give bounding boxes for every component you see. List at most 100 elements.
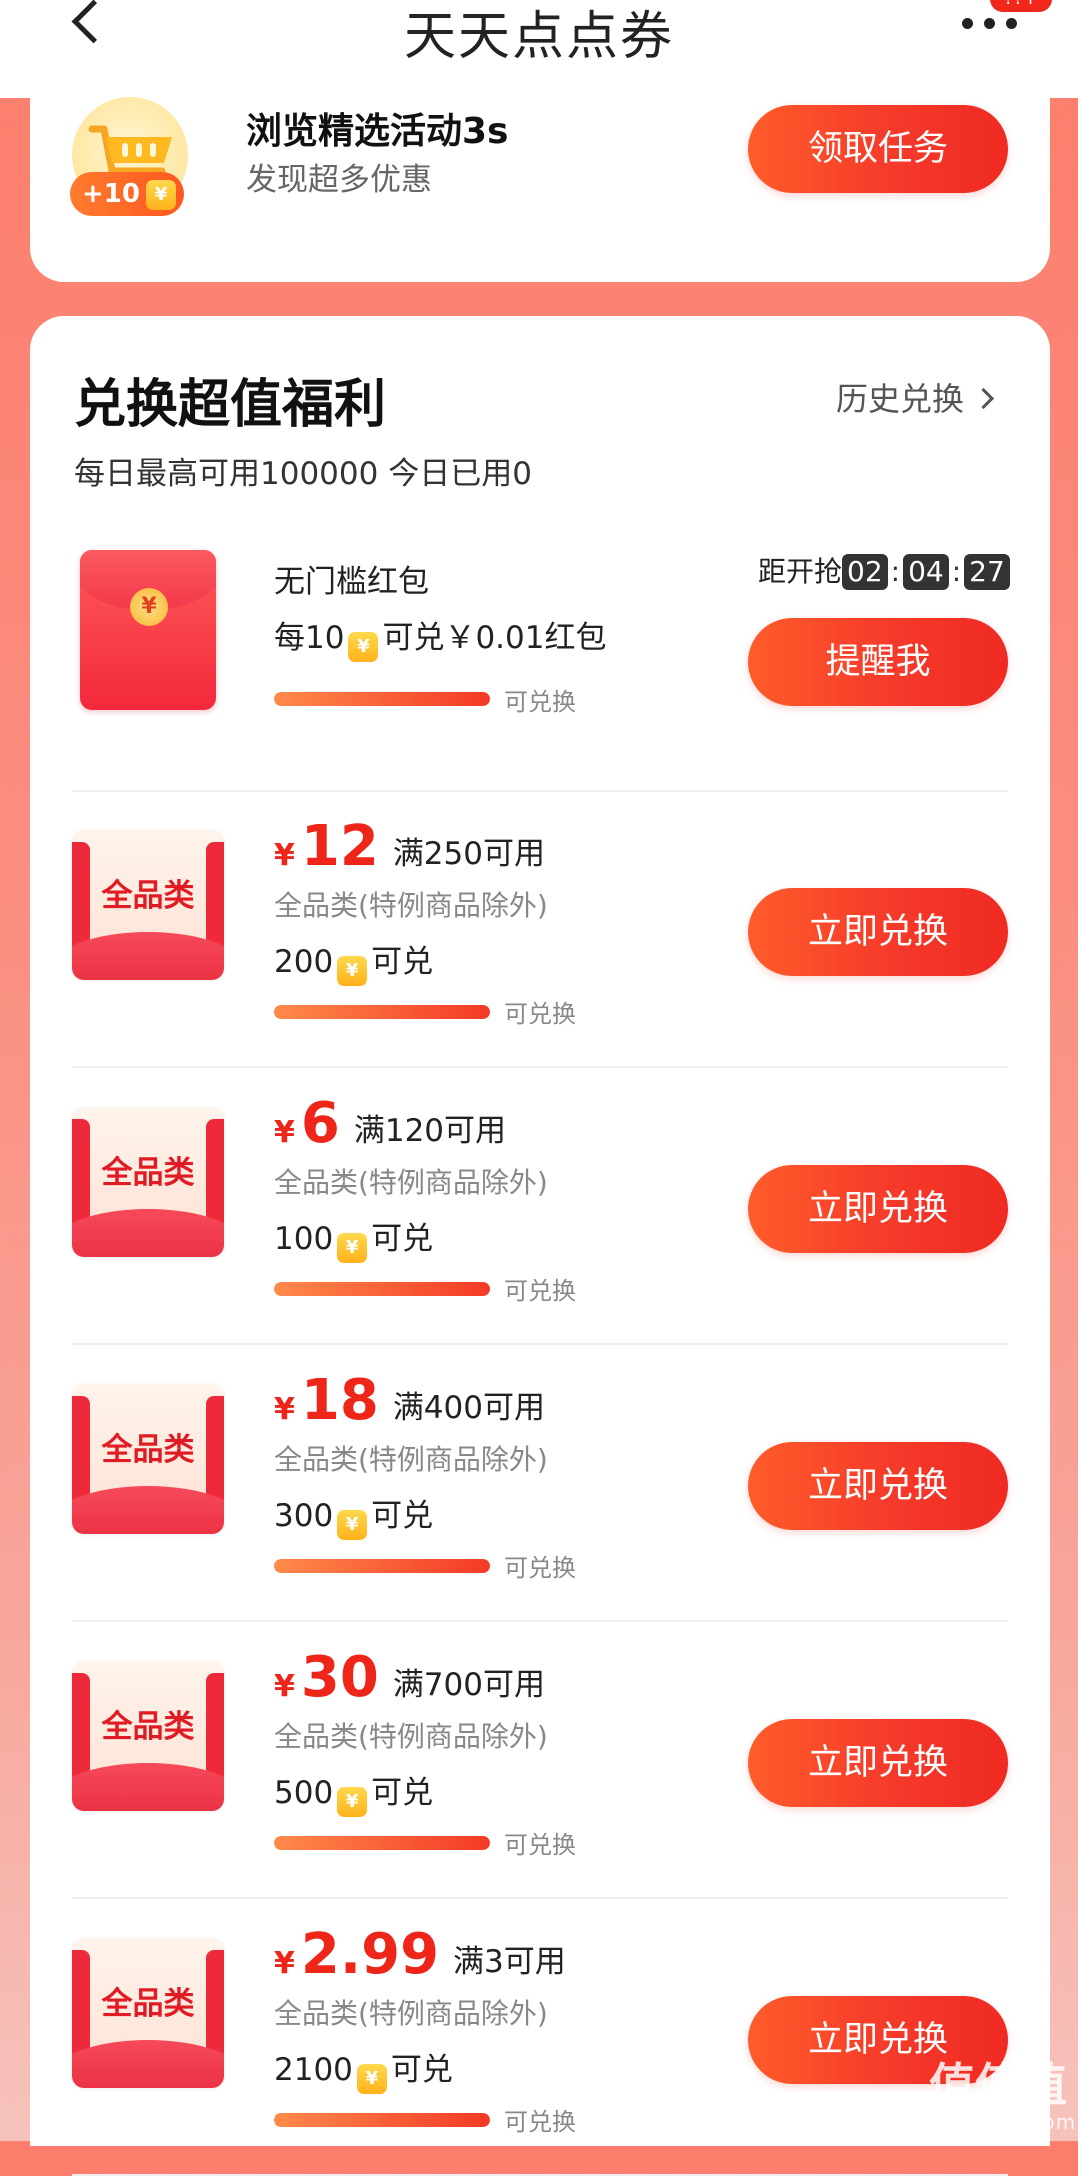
yen-sign: ¥	[274, 1946, 295, 1981]
exchange-now-button[interactable]: 立即兑换	[748, 1442, 1008, 1530]
coupon-envelope-icon: 全品类	[72, 1384, 224, 1534]
more-icon[interactable]	[962, 18, 1018, 32]
exchange-now-button[interactable]: 立即兑换	[748, 888, 1008, 976]
coin-icon: ¥	[146, 180, 176, 210]
notification-badge: ??+	[990, 0, 1052, 12]
coin-icon: ¥	[356, 2064, 387, 2094]
list-item-coupon-1: 全品类 ¥12 满250可用 全品类(特例商品除外) 200 ¥ 可兑 可兑换 立即…	[30, 792, 1050, 1068]
progress-bar	[274, 1559, 490, 1573]
coupon-scope: 全品类(特例商品除外)	[274, 1997, 548, 2030]
task-subtitle: 发现超多优惠	[246, 162, 432, 198]
history-label: 历史兑换	[836, 380, 965, 418]
reward-pill: +10 ¥	[70, 172, 184, 216]
cost-suffix: 可兑	[390, 2052, 453, 2088]
progress-label: 可兑换	[504, 1277, 576, 1305]
coupon-price: ¥18	[274, 1368, 379, 1433]
task-card: +10 ¥ 浏览精选活动3s 发现超多优惠 领取任务	[30, 80, 1050, 282]
yen-sign: ¥	[274, 838, 295, 873]
list-item-coupon-4: 全品类 ¥30 满700可用 全品类(特例商品除外) 500 ¥ 可兑 可兑换 立即…	[30, 1623, 1050, 1899]
countdown-label: 距开抢	[758, 555, 843, 588]
exchange-card: 兑换超值福利 历史兑换 每日最高可用100000 今日已用0 ¥ 无门槛红包 每…	[30, 316, 1050, 2176]
coupon-condition: 满120可用	[353, 1113, 507, 1149]
coupon-scope: 全品类(特例商品除外)	[274, 1720, 548, 1753]
coupon-price: ¥12	[274, 814, 379, 879]
daily-limit-text: 每日最高可用100000 今日已用0	[74, 456, 532, 492]
list-item-coupon-2: 全品类 ¥6 满120可用 全品类(特例商品除外) 100 ¥ 可兑 可兑换 立即兑…	[30, 1069, 1050, 1345]
cost-suffix: 可兑	[371, 1775, 434, 1811]
cost-value: 300	[274, 1498, 334, 1534]
remind-me-button[interactable]: 提醒我	[748, 618, 1008, 706]
yen-sign: ¥	[274, 1115, 295, 1150]
progress-label: 可兑换	[504, 1000, 576, 1028]
coin-icon: ¥	[337, 1233, 368, 1263]
history-exchange-link[interactable]: 历史兑换	[836, 374, 995, 420]
coupon-price: ¥6	[274, 1091, 340, 1156]
cost-value: 500	[274, 1775, 334, 1811]
cost-suffix: 可兑	[371, 944, 434, 980]
coupon-cost: 500 ¥ 可兑	[274, 1767, 433, 1817]
redpacket-rate: 每10 ¥ 可兑￥0.01红包	[274, 612, 606, 662]
coupon-condition: 满3可用	[453, 1944, 566, 1980]
reward-amount: +10	[82, 179, 140, 209]
coupon-cost: 100 ¥ 可兑	[274, 1213, 433, 1263]
cost-value: 2100	[274, 2052, 353, 2088]
progress-bar	[274, 2113, 490, 2127]
coupon-envelope-icon: 全品类	[72, 1661, 224, 1811]
countdown-seconds: 27	[964, 554, 1010, 590]
progress-label: 可兑换	[504, 1831, 576, 1859]
rate-suffix: 可兑￥0.01红包	[382, 620, 607, 656]
coupon-cost: 2100 ¥ 可兑	[274, 2044, 453, 2094]
coupon-tag: 全品类	[101, 878, 195, 914]
coupon-tag: 全品类	[101, 1155, 195, 1191]
coupon-amount: 6	[300, 1091, 340, 1156]
coupon-amount: 12	[300, 814, 379, 879]
chevron-right-icon	[972, 387, 995, 410]
red-envelope-icon: ¥	[72, 550, 224, 710]
coin-icon: ¥	[337, 1787, 368, 1817]
coupon-scope: 全品类(特例商品除外)	[274, 1443, 548, 1476]
progress-bar	[274, 692, 490, 706]
exchange-now-button[interactable]: 立即兑换	[748, 1165, 1008, 1253]
coupon-envelope-icon: 全品类	[72, 1107, 224, 1257]
coin-icon: ¥	[337, 956, 368, 986]
coupon-tag: 全品类	[101, 1709, 195, 1745]
coupon-amount: 2.99	[300, 1922, 440, 1987]
coupon-envelope-icon: 全品类	[72, 830, 224, 980]
countdown-minutes: 04	[903, 554, 949, 590]
cost-value: 200	[274, 944, 334, 980]
coin-icon: ¥	[348, 632, 379, 662]
watermark: 值值值 zhizhizhi.com	[928, 2058, 1075, 2134]
countdown: 距开抢 02:04:27	[758, 550, 1010, 590]
section-title: 兑换超值福利	[74, 375, 387, 435]
cost-suffix: 可兑	[371, 1221, 434, 1257]
yen-sign: ¥	[274, 1669, 295, 1704]
countdown-hours: 02	[842, 554, 888, 590]
progress-label: 可兑换	[504, 2108, 576, 2136]
cost-suffix: 可兑	[371, 1498, 434, 1534]
exchange-now-button[interactable]: 立即兑换	[748, 1719, 1008, 1807]
claim-task-button[interactable]: 领取任务	[748, 105, 1008, 193]
list-item-redpacket: ¥ 无门槛红包 每10 ¥ 可兑￥0.01红包 可兑换 距开抢 02:04:27 提醒…	[30, 516, 1050, 792]
list-item-coupon-5: 全品类 ¥2.99 满3可用 全品类(特例商品除外) 2100 ¥ 可兑 可兑换 立…	[30, 1900, 1050, 2176]
coupon-condition: 满400可用	[392, 1390, 545, 1426]
coupon-cost: 200 ¥ 可兑	[274, 936, 433, 986]
watermark-logo: 值值值	[929, 2058, 1067, 2112]
coupon-price: ¥2.99	[274, 1922, 439, 1987]
progress-bar	[274, 1005, 490, 1019]
coupon-amount: 30	[300, 1645, 379, 1710]
progress-bar	[274, 1282, 490, 1296]
coin-icon: ¥	[337, 1510, 368, 1540]
coupon-cost: 300 ¥ 可兑	[274, 1490, 433, 1540]
list-item-coupon-3: 全品类 ¥18 满400可用 全品类(特例商品除外) 300 ¥ 可兑 可兑换 立即…	[30, 1346, 1050, 1622]
coupon-scope: 全品类(特例商品除外)	[274, 1166, 548, 1199]
coupon-amount: 18	[300, 1368, 379, 1433]
task-title: 浏览精选活动3s	[246, 111, 509, 152]
coupon-condition: 满700可用	[392, 1667, 545, 1703]
cost-value: 100	[274, 1221, 334, 1257]
coupon-envelope-icon: 全品类	[72, 1938, 224, 2088]
yen-sign: ¥	[274, 1392, 295, 1427]
coupon-condition: 满250可用	[392, 836, 545, 872]
progress-bar	[274, 1836, 490, 1850]
progress-label: 可兑换	[504, 1554, 576, 1582]
coupon-tag: 全品类	[101, 1432, 195, 1468]
